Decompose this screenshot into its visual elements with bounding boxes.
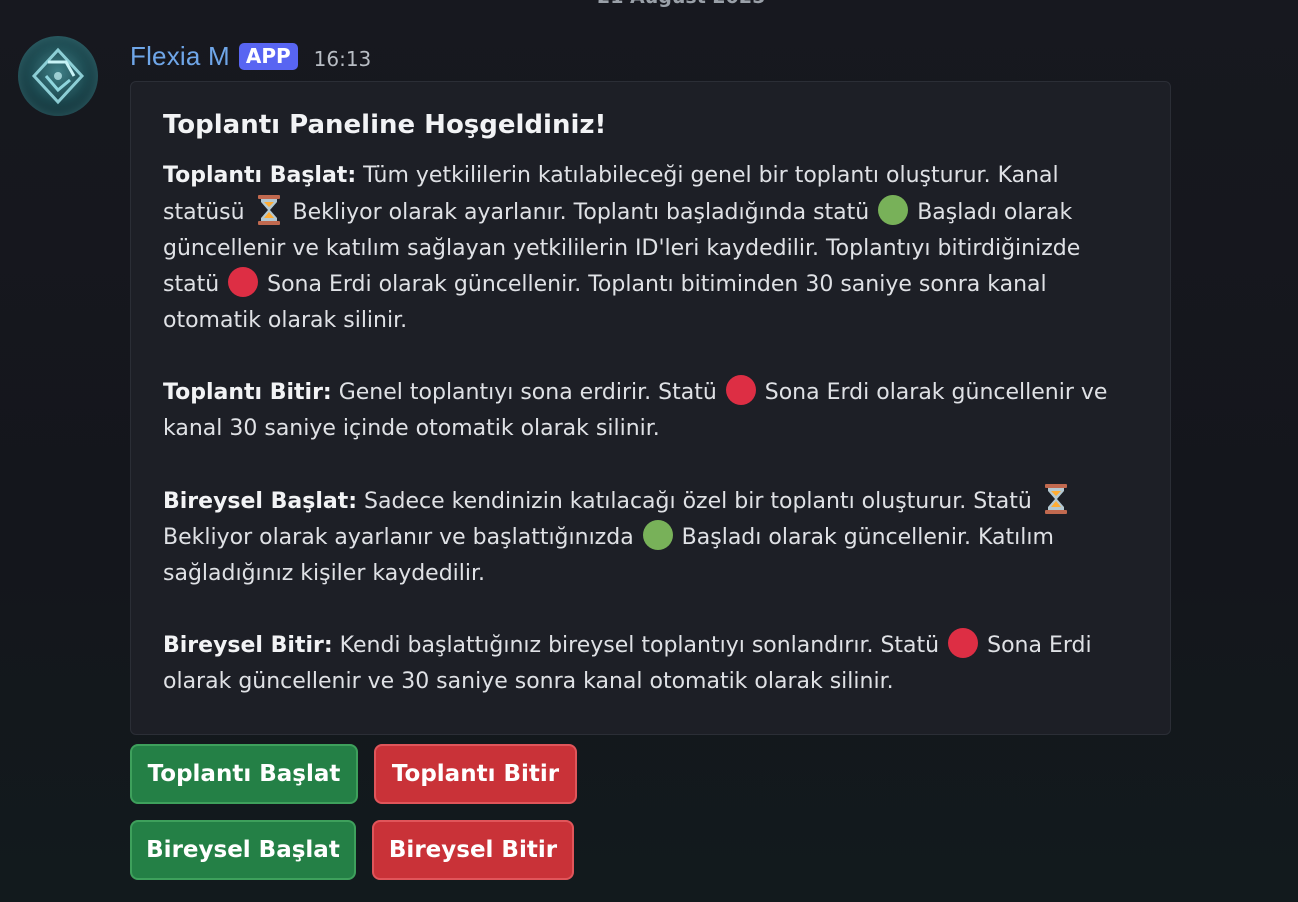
embed-title: Toplantı Paneline Hoşgeldiniz! [163,110,607,140]
hourglass-icon [257,195,280,225]
red-circle-icon [228,267,259,297]
section-text: Sona Erdi olarak güncellenir. Toplantı b… [163,272,1047,333]
green-circle-icon [878,195,909,225]
section-bireysel-bitir: Bireysel Bitir: Kendi başlattığınız bire… [163,628,1140,700]
section-toplanti-baslat: Toplantı Başlat: Tüm yetkililerin katıla… [163,158,1140,339]
section-heading: Bireysel Başlat: [163,489,358,514]
section-toplanti-bitir: Toplantı Bitir: Genel toplantıyı sona er… [163,375,1140,447]
message-header: Flexia M APP 16:13 [130,36,371,76]
end-meeting-button[interactable]: Toplantı Bitir [374,744,577,804]
timestamp[interactable]: 16:13 [314,41,372,71]
embed-card: Toplantı Paneline Hoşgeldiniz! Toplantı … [130,81,1171,735]
section-text: Genel toplantıyı sona erdirir. Statü [331,380,724,405]
section-text: Sadece kendinizin katılacağı özel bir to… [357,489,1039,514]
section-bireysel-baslat: Bireysel Başlat: Sadece kendinizin katıl… [163,483,1140,592]
section-text: Bekliyor olarak ayarlanır. Toplantı başl… [285,200,877,225]
section-heading: Toplantı Bitir: [163,380,332,405]
section-text: Kendi başlattığınız bireysel toplantıyı … [332,633,947,658]
app-badge: APP [238,42,298,70]
diamond-logo-icon [31,47,85,105]
start-individual-button[interactable]: Bireysel Başlat [130,820,356,880]
section-heading: Toplantı Başlat: [163,163,357,188]
section-heading: Bireysel Bitir: [163,633,333,658]
avatar[interactable] [18,36,98,116]
start-meeting-button[interactable]: Toplantı Başlat [130,744,358,804]
end-individual-button[interactable]: Bireysel Bitir [372,820,574,880]
red-circle-icon [948,628,979,658]
hourglass-icon [1044,484,1067,514]
red-circle-icon [725,375,756,405]
green-circle-icon [642,520,673,550]
section-text: Bekliyor olarak ayarlanır ve başlattığın… [163,525,641,550]
date-divider: 21 August 2025 [597,0,765,8]
username[interactable]: Flexia M [130,41,230,72]
